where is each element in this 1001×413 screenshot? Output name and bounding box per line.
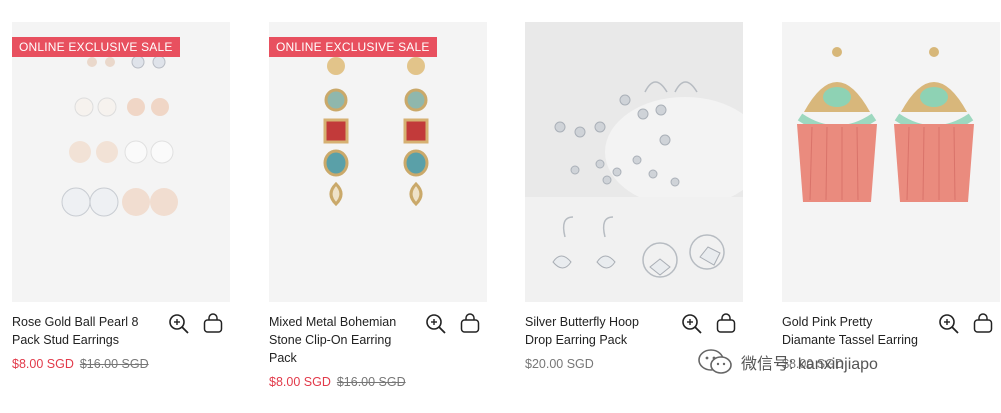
shopping-bag-icon[interactable]	[715, 313, 737, 335]
zoom-in-icon[interactable]	[168, 313, 190, 335]
product-image[interactable]	[525, 22, 743, 302]
card-actions	[938, 313, 994, 335]
wechat-icon	[698, 349, 732, 374]
product-name[interactable]: Silver Butterfly Hoop Drop Earring Pack	[525, 313, 665, 349]
card-actions	[681, 313, 737, 335]
sale-badge: ONLINE EXCLUSIVE SALE	[12, 37, 180, 57]
price-line: $20.00 SGD	[525, 355, 665, 373]
product-name[interactable]: Gold Pink Pretty Diamante Tassel Earring	[782, 313, 922, 349]
product-name[interactable]: Mixed Metal Bohemian Stone Clip-On Earri…	[269, 313, 409, 367]
tassel-earrings-image	[797, 47, 974, 202]
product-image[interactable]: ONLINE EXCLUSIVE SALE	[269, 22, 487, 302]
shopping-bag-icon[interactable]	[972, 313, 994, 335]
sale-badge: ONLINE EXCLUSIVE SALE	[269, 37, 437, 57]
price-line: $8.00 SGD $16.00 SGD	[269, 373, 409, 391]
sale-price: $8.00 SGD	[12, 357, 74, 371]
price-line: $8.00 SGD $16.00 SGD	[12, 355, 152, 373]
zoom-in-icon[interactable]	[681, 313, 703, 335]
zoom-in-icon[interactable]	[425, 313, 447, 335]
card-actions	[168, 313, 224, 335]
zoom-in-icon[interactable]	[938, 313, 960, 335]
original-price: $16.00 SGD	[79, 357, 149, 371]
card-actions	[425, 313, 481, 335]
butterfly-hoops-image	[525, 81, 743, 302]
shopping-bag-icon[interactable]	[459, 313, 481, 335]
original-price: $16.00 SGD	[336, 375, 406, 389]
product-info: Mixed Metal Bohemian Stone Clip-On Earri…	[269, 313, 487, 413]
product-card[interactable]: ONLINE EXCLUSIVE SALE Rose Gold Ball Pea…	[12, 22, 230, 413]
product-image[interactable]: ONLINE EXCLUSIVE SALE	[12, 22, 230, 302]
watermark-text: 微信号: kanxinjiapo	[741, 356, 878, 373]
bohemian-clip-ons-image	[323, 57, 429, 207]
product-info: Rose Gold Ball Pearl 8 Pack Stud Earring…	[12, 313, 230, 413]
wechat-watermark: 微信号: kanxinjiapo	[697, 348, 878, 376]
shopping-bag-icon[interactable]	[202, 313, 224, 335]
price: $20.00 SGD	[525, 357, 594, 371]
product-card[interactable]: ONLINE EXCLUSIVE SALE Mixed Metal Bohemi…	[269, 22, 487, 413]
sale-price: $8.00 SGD	[269, 375, 331, 389]
product-image[interactable]	[782, 22, 1000, 302]
pearl-studs-image	[61, 55, 178, 217]
product-name[interactable]: Rose Gold Ball Pearl 8 Pack Stud Earring…	[12, 313, 152, 349]
